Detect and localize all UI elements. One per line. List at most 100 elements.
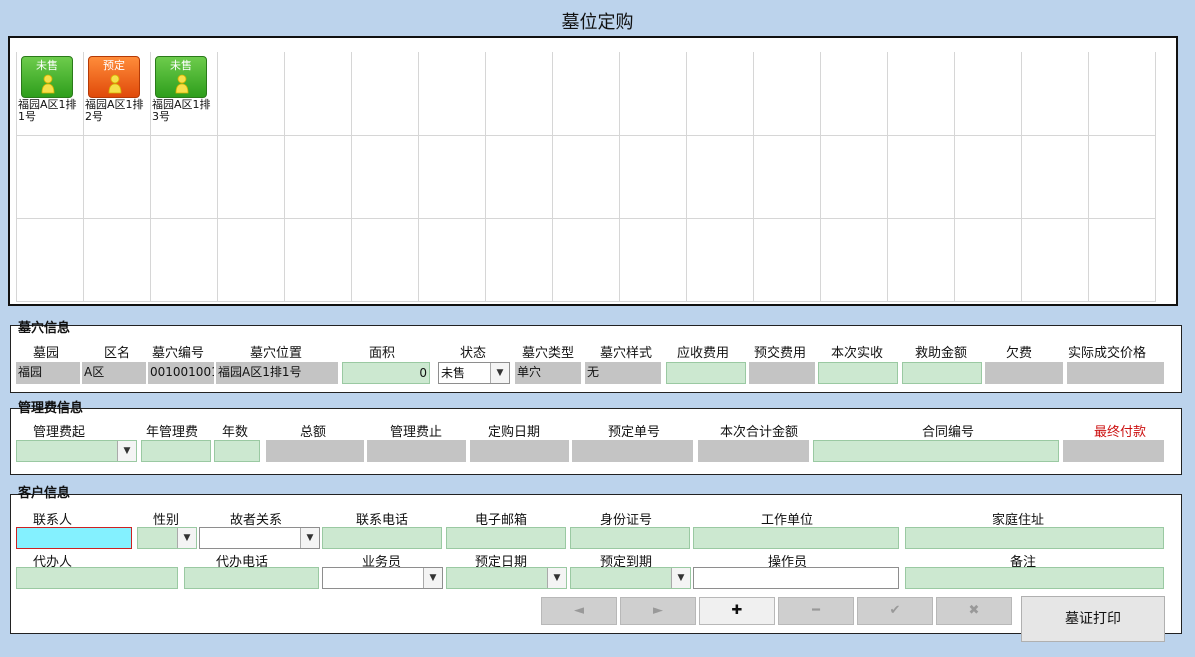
tomb-style-field: 无 (585, 362, 661, 384)
cancel-button[interactable]: ✖ (936, 597, 1012, 625)
chevron-down-icon[interactable]: ▼ (671, 568, 690, 588)
label-fee-end: 管理费止 (390, 425, 443, 440)
employer-input[interactable] (693, 527, 899, 549)
label-gender: 性别 (153, 513, 180, 528)
label-status: 状态 (460, 346, 487, 361)
agent-input[interactable] (16, 567, 178, 589)
grid-line-vertical (351, 52, 352, 302)
phone-input[interactable] (322, 527, 442, 549)
fee-start-date-picker[interactable]: ▼ (16, 440, 137, 462)
print-certificate-button[interactable]: 墓证打印 (1021, 596, 1165, 642)
total-now-field (698, 440, 809, 462)
aid-input[interactable] (902, 362, 982, 384)
grid-line-vertical (686, 52, 687, 302)
label-purchase-date: 定购日期 (488, 425, 541, 440)
total-field (266, 440, 364, 462)
remarks-input[interactable] (905, 567, 1164, 589)
gender-select[interactable]: ▼ (137, 527, 197, 549)
grid-line-vertical (418, 52, 419, 302)
chevron-down-icon[interactable]: ▼ (177, 528, 196, 548)
chevron-down-icon[interactable]: ▼ (117, 441, 136, 461)
label-aid: 救助金额 (915, 346, 968, 361)
delete-record-button[interactable]: ━ (778, 597, 854, 625)
contact-input[interactable] (16, 527, 132, 549)
mgmt-info-title: 管理费信息 (18, 401, 84, 416)
confirm-button[interactable]: ✔ (857, 597, 933, 625)
label-tomb-no: 墓穴编号 (152, 346, 205, 361)
label-annual-fee: 年管理费 (146, 425, 199, 440)
chevron-down-icon[interactable]: ▼ (423, 568, 442, 588)
cemetery-field: 福园 (16, 362, 80, 384)
label-total-now: 本次合计金额 (720, 425, 799, 440)
tomb-caption: 福园A区1排 1号 (18, 99, 84, 123)
label-receivable: 应收费用 (677, 346, 730, 361)
grid-line-vertical (1021, 52, 1022, 302)
grid-line-vertical (753, 52, 754, 302)
grid-line-vertical (16, 52, 17, 302)
address-input[interactable] (905, 527, 1164, 549)
years-input[interactable] (214, 440, 260, 462)
label-id-no: 身份证号 (600, 513, 653, 528)
label-received-now: 本次实收 (831, 346, 884, 361)
next-record-button[interactable]: ► (620, 597, 696, 625)
tomb-no-field: 001001001 (148, 362, 214, 384)
fee-end-field (367, 440, 466, 462)
label-tomb-type: 墓穴类型 (522, 346, 575, 361)
salesperson-select[interactable]: ▼ (322, 567, 443, 589)
owed-field (985, 362, 1063, 384)
tomb-status-button[interactable]: 未售 (21, 56, 73, 98)
minus-icon: ━ (812, 603, 820, 618)
tomb-caption: 福园A区1排 2号 (85, 99, 151, 123)
tomb-tile[interactable]: 预定 福园A区1排 2号 (85, 56, 151, 123)
label-total: 总额 (300, 425, 327, 440)
tomb-tile[interactable]: 未售 福园A区1排 3号 (152, 56, 218, 123)
chevron-down-icon[interactable]: ▼ (547, 568, 566, 588)
reserve-expiry-picker[interactable]: ▼ (570, 567, 691, 589)
chevron-down-icon[interactable]: ▼ (300, 528, 319, 548)
agent-phone-input[interactable] (184, 567, 319, 589)
label-final-payment: 最终付款 (1094, 425, 1147, 440)
grid-line-vertical (954, 52, 955, 302)
label-area: 面积 (369, 346, 396, 361)
triangle-left-icon: ◄ (574, 603, 584, 618)
annual-fee-input[interactable] (141, 440, 211, 462)
operator-input[interactable] (693, 567, 899, 589)
tomb-tile[interactable]: 未售 福园A区1排 1号 (18, 56, 84, 123)
customer-info-title: 客户信息 (18, 486, 71, 501)
label-address: 家庭住址 (992, 513, 1045, 528)
add-record-button[interactable]: ✚ (699, 597, 775, 625)
person-icon (41, 74, 55, 94)
receivable-input[interactable] (666, 362, 746, 384)
id-no-input[interactable] (570, 527, 690, 549)
email-input[interactable] (446, 527, 566, 549)
prev-record-button[interactable]: ◄ (541, 597, 617, 625)
label-location: 墓穴位置 (250, 346, 303, 361)
label-reservation-no: 预定单号 (608, 425, 661, 440)
label-email: 电子邮箱 (475, 513, 528, 528)
label-zone: 区名 (104, 346, 131, 361)
tomb-info-title: 墓穴信息 (18, 321, 71, 336)
area-input[interactable]: 0 (342, 362, 430, 384)
label-employer: 工作单位 (761, 513, 814, 528)
reserve-date-picker[interactable]: ▼ (446, 567, 567, 589)
grid-line-vertical (820, 52, 821, 302)
label-actual-price: 实际成交价格 (1068, 346, 1147, 361)
chevron-down-icon[interactable]: ▼ (490, 363, 509, 383)
status-select[interactable]: 未售 ▼ (438, 362, 510, 384)
actual-price-field (1067, 362, 1164, 384)
plus-icon: ✚ (731, 603, 743, 618)
tomb-status-label: 未售 (170, 59, 192, 72)
close-icon: ✖ (968, 603, 980, 618)
tomb-status-button[interactable]: 未售 (155, 56, 207, 98)
tomb-status-label: 未售 (36, 59, 58, 72)
tomb-status-button[interactable]: 预定 (88, 56, 140, 98)
triangle-right-icon: ► (653, 603, 663, 618)
received-now-input[interactable] (818, 362, 898, 384)
label-years: 年数 (222, 425, 249, 440)
tomb-caption-line2: 3号 (152, 110, 170, 123)
label-relation: 故者关系 (230, 513, 283, 528)
reservation-no-field (572, 440, 693, 462)
relation-select[interactable]: ▼ (199, 527, 320, 549)
label-phone: 联系电话 (356, 513, 409, 528)
contract-no-input[interactable] (813, 440, 1059, 462)
